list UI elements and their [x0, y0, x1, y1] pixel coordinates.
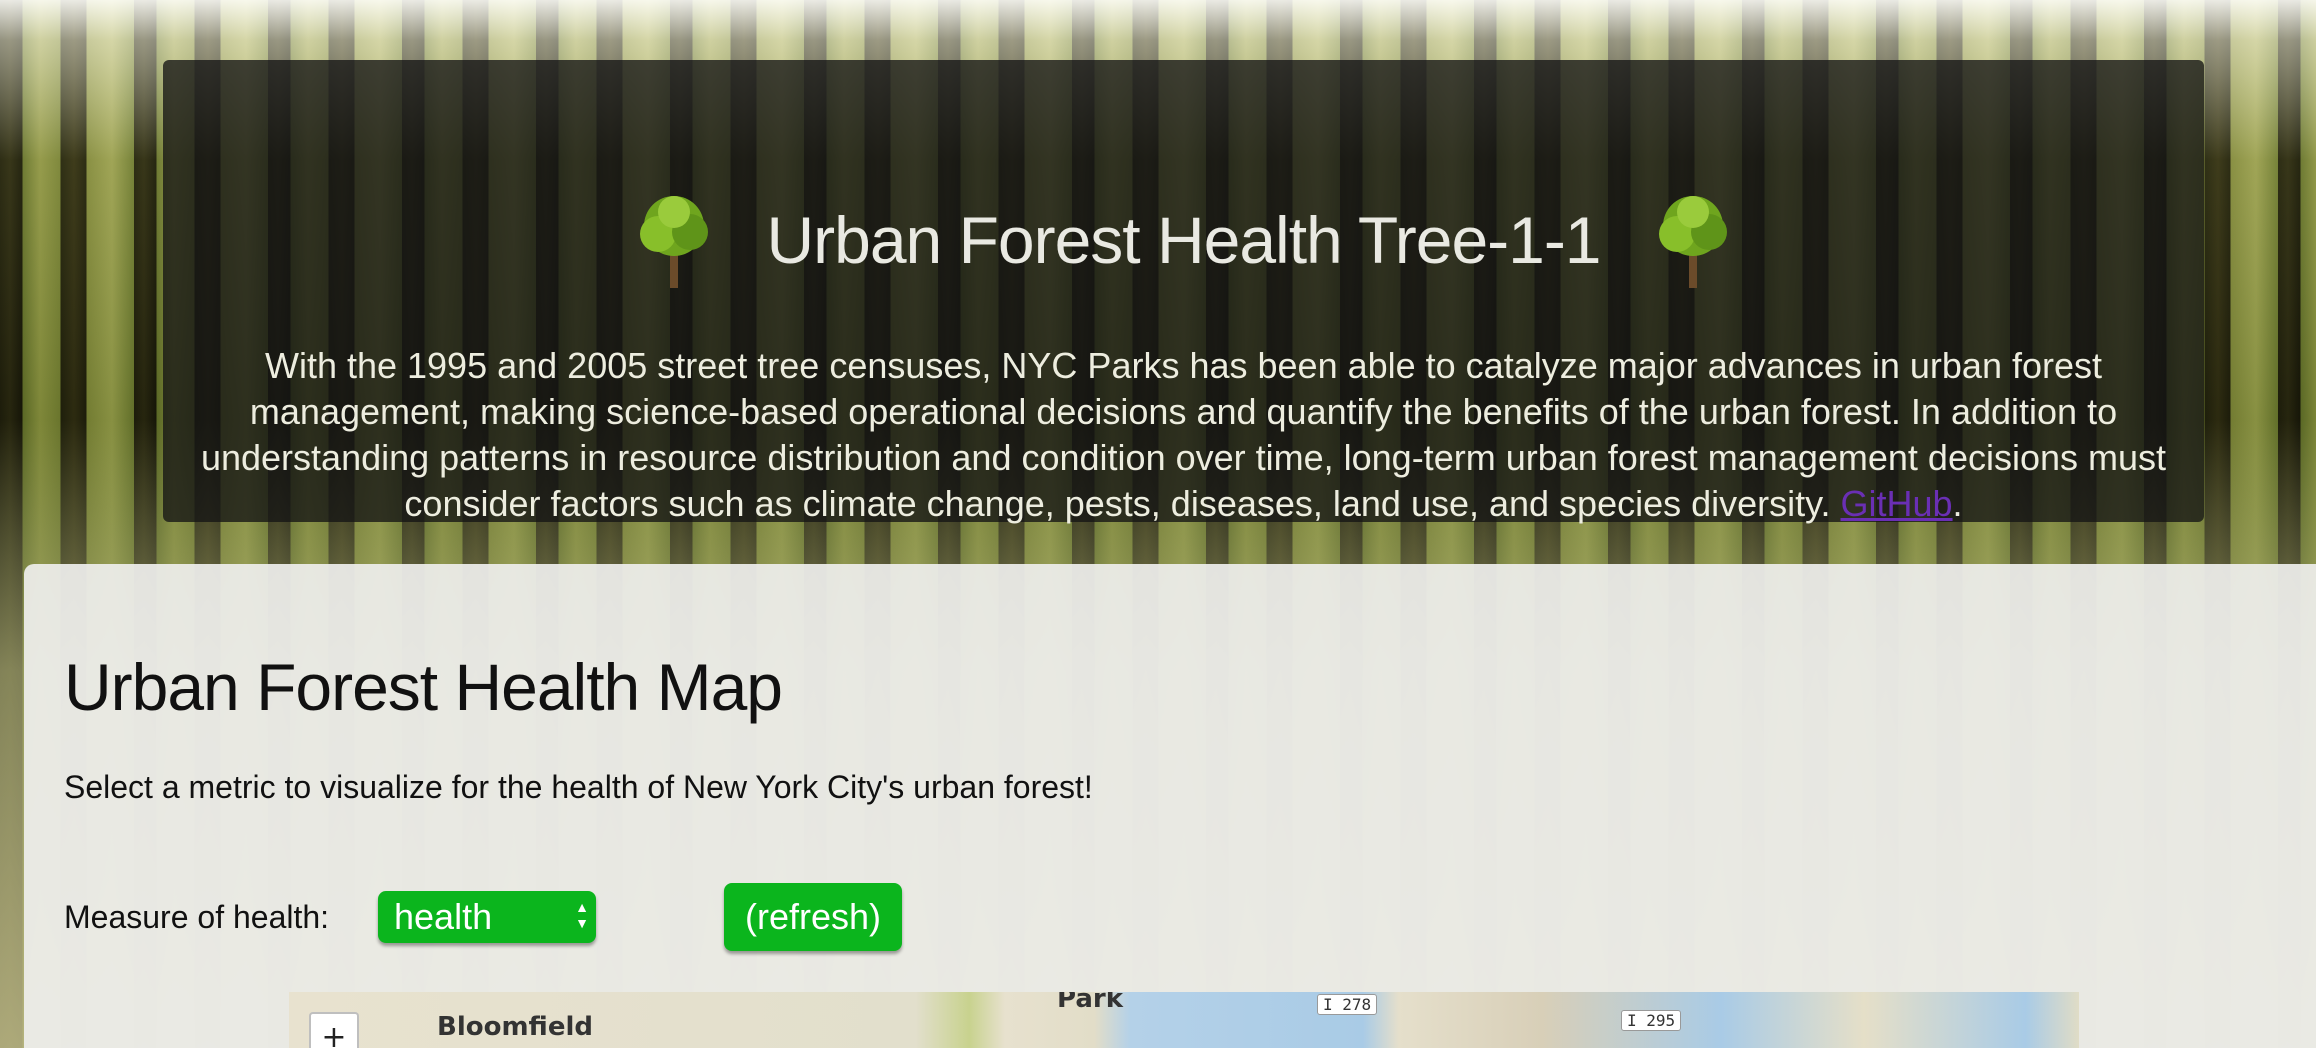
- header-banner: Urban Forest Health Tree-1-1 With the 19…: [163, 60, 2204, 524]
- highway-shield-i278: I 278: [1317, 994, 1378, 1015]
- map-label-bloomfield: Bloomfield: [437, 1012, 593, 1042]
- measure-select[interactable]: health ▲ ▼: [378, 891, 596, 943]
- zoom-in-button[interactable]: +: [309, 1012, 359, 1048]
- map-instructions: Select a metric to visualize for the hea…: [64, 769, 1093, 805]
- map-panel: Urban Forest Health Map Select a metric …: [24, 564, 2316, 1048]
- map-view[interactable]: + Bloomfield Park I 278 I 295: [289, 992, 2079, 1048]
- page-title: Urban Forest Health Tree-1-1: [766, 203, 1601, 277]
- map-label-park: Park: [1057, 992, 1124, 1014]
- select-arrows-icon: ▲ ▼: [575, 899, 589, 931]
- title-row: Urban Forest Health Tree-1-1: [163, 180, 2204, 300]
- measure-label: Measure of health:: [64, 899, 330, 935]
- intro-paragraph: With the 1995 and 2005 street tree censu…: [183, 343, 2184, 527]
- refresh-button[interactable]: (refresh): [724, 883, 902, 951]
- tree-icon: [1658, 196, 1727, 288]
- measure-select-value: health: [394, 896, 493, 937]
- highway-shield-i295: I 295: [1621, 1010, 1682, 1031]
- intro-suffix: .: [1952, 483, 1963, 524]
- map-section-title: Urban Forest Health Map: [64, 650, 783, 724]
- tree-icon: [640, 196, 709, 288]
- github-link[interactable]: GitHub: [1841, 483, 1953, 524]
